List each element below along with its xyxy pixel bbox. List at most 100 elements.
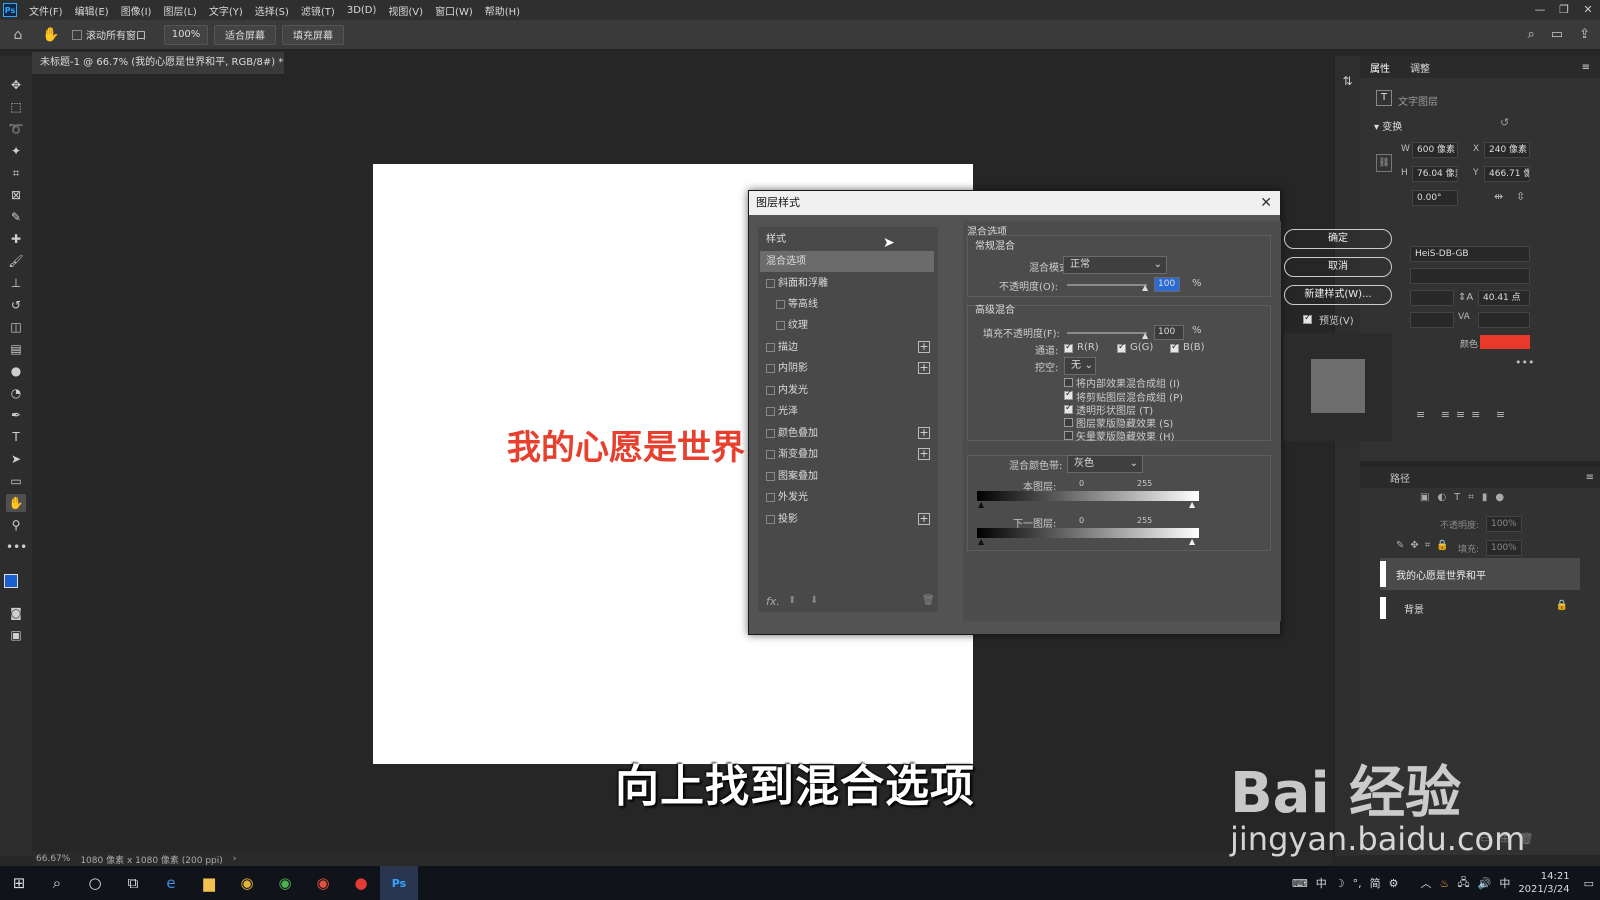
this-layer-black-thumb-icon[interactable]: ▲ <box>978 500 984 509</box>
layer-opacity-field[interactable]: 100% <box>1486 516 1522 532</box>
pattern-overlay-checkbox[interactable] <box>766 472 775 481</box>
settings-icon[interactable]: ⚙ <box>1389 877 1399 890</box>
minimize-icon[interactable]: — <box>1528 0 1552 20</box>
frame-tool-icon[interactable]: ⊠ <box>6 186 26 204</box>
healing-brush-tool-icon[interactable]: ✚ <box>6 230 26 248</box>
search-taskbar-icon[interactable]: ⌕ <box>38 866 76 900</box>
hand-tool-selected-icon[interactable]: ✋ <box>6 494 26 512</box>
contour-checkbox[interactable] <box>776 300 785 309</box>
color-overlay-checkbox[interactable] <box>766 429 775 438</box>
this-layer-gradient[interactable] <box>977 491 1199 501</box>
add-stroke-icon[interactable]: + <box>918 341 930 353</box>
rectangle-tool-icon[interactable]: ▭ <box>6 472 26 490</box>
channel-r-checkbox[interactable] <box>1064 342 1073 353</box>
cancel-button[interactable]: 取消 <box>1284 257 1392 277</box>
restore-icon[interactable]: ❐ <box>1552 0 1576 20</box>
style-texture[interactable]: 纹理 <box>760 315 934 336</box>
start-icon[interactable]: ⊞ <box>0 866 38 900</box>
channel-b-checkbox[interactable] <box>1170 342 1179 353</box>
height-field[interactable]: 76.04 像素 <box>1412 166 1458 182</box>
layers-menu-icon[interactable]: ≡ <box>1586 472 1600 483</box>
ok-button[interactable]: 确定 <box>1284 229 1392 249</box>
style-stroke[interactable]: 描边 + <box>760 337 934 358</box>
menu-window[interactable]: 窗口(W) <box>429 3 479 18</box>
outer-glow-checkbox[interactable] <box>766 493 775 502</box>
move-down-icon[interactable]: ⬇ <box>810 595 818 606</box>
marquee-tool-icon[interactable]: ⬚ <box>6 98 26 116</box>
opacity-slider[interactable] <box>1067 284 1147 286</box>
style-inner-glow[interactable]: 内发光 <box>760 380 934 401</box>
flip-horizontal-icon[interactable]: ⇹ <box>1494 190 1503 203</box>
magic-wand-tool-icon[interactable]: ✦ <box>6 142 26 160</box>
blur-tool-icon[interactable]: ● <box>6 362 26 380</box>
y-field[interactable]: 466.71 像 <box>1484 166 1530 182</box>
history-brush-tool-icon[interactable]: ↺ <box>6 296 26 314</box>
style-inner-shadow[interactable]: 内阴影 + <box>760 358 934 379</box>
link-dimensions-icon[interactable]: ⛓ <box>1376 154 1392 172</box>
tab-adjustments[interactable]: 调整 <box>1400 60 1440 75</box>
add-color-overlay-icon[interactable]: + <box>918 427 930 439</box>
chrome-icon[interactable]: ◉ <box>228 866 266 900</box>
lasso-tool-icon[interactable]: ➰ <box>6 120 26 138</box>
dialog-close-icon[interactable]: ✕ <box>1260 191 1272 215</box>
vector-mask-hides-checkbox[interactable] <box>1064 431 1073 440</box>
home-icon[interactable]: ⌂ <box>0 27 36 43</box>
photoshop-taskbar-icon[interactable]: Ps <box>380 866 418 900</box>
layer-filter-icons[interactable]: ▣◐T⌗▮● <box>1420 492 1512 503</box>
quick-mask-icon[interactable]: ◙ <box>6 604 26 622</box>
tab-paths[interactable]: 路径 <box>1390 470 1410 485</box>
volume-icon[interactable]: 🔊 <box>1478 877 1492 890</box>
text-color-swatch[interactable] <box>1480 335 1530 349</box>
blend-mode-select[interactable]: 正常 ⌄ <box>1063 256 1167 274</box>
gradient-overlay-checkbox[interactable] <box>766 450 775 459</box>
delete-style-icon[interactable]: 🗑 <box>922 595 935 606</box>
fill-screen-button[interactable]: 填充屏幕 <box>282 24 344 45</box>
file-explorer-icon[interactable]: ▆ <box>190 866 228 900</box>
blend-if-select[interactable]: 灰色 ⌄ <box>1067 455 1143 473</box>
task-view-icon[interactable]: ⧉ <box>114 866 152 900</box>
underlying-black-thumb-icon[interactable]: ▲ <box>978 537 984 546</box>
tab-properties[interactable]: 属性 <box>1360 60 1400 75</box>
chrome-icon-3[interactable]: ◉ <box>304 866 342 900</box>
tray-expand-icon[interactable]: ︿ <box>1420 875 1431 891</box>
style-bevel[interactable]: 斜面和浮雕 <box>760 273 934 294</box>
satin-checkbox[interactable] <box>766 407 775 416</box>
more-tools-icon[interactable]: ••• <box>6 538 27 556</box>
network-icon[interactable]: 🖧 <box>1457 874 1469 893</box>
layer-mask-hides-checkbox[interactable] <box>1064 418 1073 427</box>
transform-section-title[interactable]: ▾ 变换 <box>1374 118 1402 133</box>
menu-3d[interactable]: 3D(D) <box>341 5 383 16</box>
underlying-layer-gradient[interactable] <box>977 528 1199 538</box>
style-satin[interactable]: 光泽 <box>760 401 934 422</box>
scroll-all-checkbox[interactable]: 滚动所有窗口 <box>72 27 146 42</box>
knockout-select[interactable]: 无 ⌄ <box>1064 357 1096 375</box>
tracking-field[interactable] <box>1478 312 1530 328</box>
zoom-tool-icon[interactable]: ⚲ <box>6 516 26 534</box>
tray-app-icon[interactable]: ♨ <box>1439 877 1449 890</box>
search-icon[interactable]: ⌕ <box>1528 27 1535 42</box>
menu-filter[interactable]: 滤镜(T) <box>295 3 341 18</box>
new-style-button[interactable]: 新建样式(W)... <box>1284 285 1392 305</box>
edge-icon[interactable]: e <box>152 866 190 900</box>
style-drop-shadow[interactable]: 投影 + <box>760 509 934 530</box>
cortana-icon[interactable]: ○ <box>76 866 114 900</box>
history-panel-icon[interactable]: ⇅ <box>1340 74 1356 90</box>
workspace-icon[interactable]: ▭ <box>1551 27 1563 42</box>
menu-select[interactable]: 选择(S) <box>249 3 295 18</box>
document-tab[interactable]: 未标题-1 @ 66.7% (我的心愿是世界和平, RGB/8#) * × <box>32 52 284 74</box>
inner-glow-checkbox[interactable] <box>766 386 775 395</box>
paragraph-align-icons[interactable]: ≡ ≡≡≡ ≡ <box>1416 408 1511 421</box>
layer-fill-field[interactable]: 100% <box>1486 540 1522 556</box>
foreground-color-swatch[interactable] <box>4 574 18 588</box>
notifications-icon[interactable]: ▭ <box>1584 877 1594 890</box>
add-inner-shadow-icon[interactable]: + <box>918 362 930 374</box>
inner-shadow-checkbox[interactable] <box>766 364 775 373</box>
gradient-tool-icon[interactable]: ▤ <box>6 340 26 358</box>
blend-clipped-checkbox[interactable] <box>1064 389 1073 400</box>
font-style-select[interactable] <box>1410 268 1530 284</box>
drop-shadow-checkbox[interactable] <box>766 515 775 524</box>
menu-file[interactable]: 文件(F) <box>23 3 69 18</box>
font-size-unit-select[interactable] <box>1410 290 1454 306</box>
stamp-tool-icon[interactable]: ⊥ <box>6 274 26 292</box>
dodge-tool-icon[interactable]: ◔ <box>6 384 26 402</box>
